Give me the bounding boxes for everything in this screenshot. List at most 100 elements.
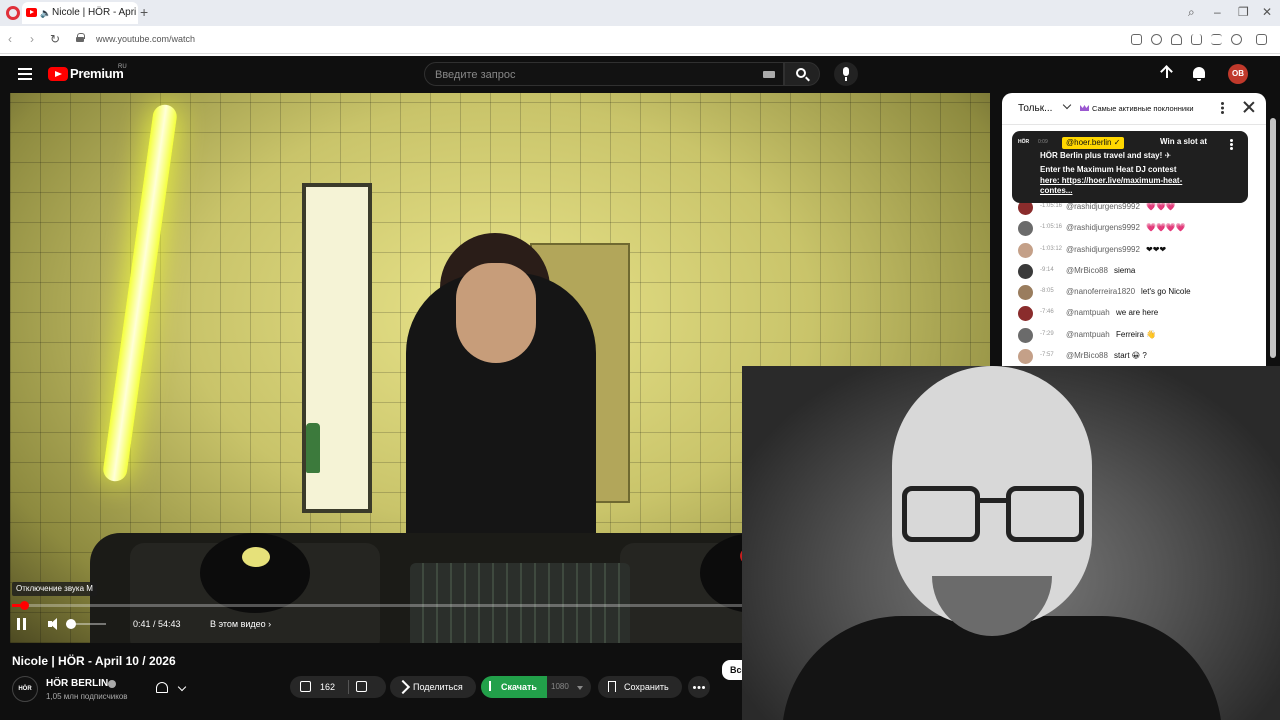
create-upload-icon[interactable] bbox=[1160, 66, 1174, 82]
bookmark-icon bbox=[608, 681, 616, 692]
voice-search-mic-icon[interactable] bbox=[834, 62, 858, 86]
chat-author-name[interactable]: @rashidjurgens9992 bbox=[1066, 202, 1140, 211]
notifications-bell-icon[interactable] bbox=[1193, 67, 1205, 81]
search-button[interactable] bbox=[784, 62, 820, 86]
extensions-icon[interactable] bbox=[1256, 34, 1267, 45]
camera-icon[interactable] bbox=[1131, 34, 1142, 45]
webcam-glasses-bridge bbox=[978, 498, 1008, 503]
chat-header: Тольк... Самые активные поклонники bbox=[1002, 93, 1266, 125]
url-field[interactable]: www.youtube.com/watch bbox=[96, 34, 195, 44]
webcam-overlay bbox=[742, 366, 1280, 720]
hamburger-menu-icon[interactable] bbox=[18, 68, 32, 80]
chat-author-avatar[interactable] bbox=[1018, 327, 1033, 343]
chat-mode-dropdown[interactable]: Тольк... bbox=[1018, 103, 1052, 114]
like-dislike-group: 162 bbox=[290, 676, 386, 698]
keyboard-icon[interactable] bbox=[763, 71, 775, 78]
share-icon bbox=[395, 679, 411, 695]
heart-icon[interactable] bbox=[1171, 34, 1182, 45]
chat-author-avatar[interactable] bbox=[1018, 221, 1033, 237]
minimize-button[interactable]: – bbox=[1214, 5, 1221, 19]
forward-button[interactable]: › bbox=[30, 32, 34, 46]
chat-author-name[interactable]: @MrBico88 bbox=[1066, 266, 1108, 275]
account-avatar[interactable]: OB bbox=[1228, 64, 1248, 84]
crown-icon bbox=[1080, 105, 1089, 111]
shield-icon[interactable] bbox=[1151, 34, 1162, 45]
channel-name[interactable]: HÖR BERLIN bbox=[46, 678, 108, 689]
chat-message[interactable]: -7:29 @namtpuah Ferreira 👋 bbox=[1002, 325, 1266, 346]
download-icon[interactable] bbox=[1191, 34, 1202, 45]
chat-timestamp: -7:29 bbox=[1040, 330, 1054, 337]
subscription-bell-icon[interactable] bbox=[156, 682, 168, 693]
volume-slider-knob[interactable] bbox=[66, 619, 76, 629]
chat-author-name[interactable]: @namtpuah bbox=[1066, 308, 1110, 317]
more-actions-icon[interactable] bbox=[688, 676, 710, 698]
video-scene-mixer bbox=[410, 563, 630, 643]
like-icon[interactable] bbox=[300, 681, 311, 692]
volume-slider[interactable] bbox=[66, 619, 106, 629]
chat-close-icon[interactable] bbox=[1242, 100, 1256, 114]
chat-author-name[interactable]: @rashidjurgens9992 bbox=[1066, 223, 1140, 232]
progress-scrubber[interactable] bbox=[20, 601, 30, 610]
reload-button[interactable]: ↻ bbox=[50, 32, 60, 46]
like-count[interactable]: 162 bbox=[320, 676, 335, 698]
download-button[interactable]: Скачать 1080 bbox=[481, 676, 591, 698]
dislike-icon[interactable] bbox=[356, 681, 367, 692]
maximize-button[interactable]: ❐ bbox=[1238, 5, 1249, 19]
chat-message-text: ❤❤❤ bbox=[1146, 244, 1167, 254]
chevron-down-icon[interactable] bbox=[177, 682, 187, 692]
tab-audio-icon[interactable]: 🔈 bbox=[40, 2, 51, 24]
chat-scrollbar[interactable] bbox=[1270, 118, 1276, 358]
back-button[interactable]: ‹ bbox=[8, 32, 12, 46]
close-window-button[interactable]: ✕ bbox=[1262, 5, 1272, 19]
browser-tab-active[interactable]: 🔈 Nicole | HÖR - April 10 bbox=[22, 2, 138, 24]
chat-more-options-icon[interactable] bbox=[1221, 102, 1224, 114]
profile-icon[interactable] bbox=[1231, 34, 1242, 45]
opera-logo-icon[interactable] bbox=[6, 6, 20, 20]
chat-author-avatar[interactable] bbox=[1018, 242, 1033, 258]
search-input[interactable] bbox=[435, 68, 755, 82]
chat-message[interactable]: -9:14 @MrBico88 siema bbox=[1002, 261, 1266, 282]
youtube-favicon-icon bbox=[26, 8, 37, 17]
pinned-more-icon[interactable] bbox=[1230, 139, 1233, 151]
chat-message[interactable]: -7:57 @MrBico88 start 😀 ? bbox=[1002, 346, 1266, 367]
save-button[interactable]: Сохранить bbox=[598, 676, 682, 698]
download-arrow-icon bbox=[489, 681, 491, 691]
video-scene-record-left bbox=[200, 533, 310, 613]
download-label: Скачать bbox=[501, 682, 537, 692]
save-label: Сохранить bbox=[624, 682, 669, 692]
download-quality[interactable]: 1080 bbox=[551, 676, 569, 698]
chat-message[interactable]: -1:05:16 @rashidjurgens9992 💗💗💗💗 bbox=[1002, 218, 1266, 239]
pinned-author-badge[interactable]: @hoer.berlin ✓ bbox=[1062, 137, 1125, 149]
chat-author-avatar[interactable] bbox=[1018, 285, 1033, 301]
chat-author-name[interactable]: @MrBico88 bbox=[1066, 351, 1108, 360]
top-fans-label[interactable]: Самые активные поклонники bbox=[1092, 104, 1194, 113]
pinned-link[interactable]: here: https://hoer.live/maximum-heat-con… bbox=[1040, 176, 1200, 196]
video-scene-bottle bbox=[306, 423, 320, 473]
chat-author-avatar[interactable] bbox=[1018, 306, 1033, 322]
share-label: Поделиться bbox=[413, 682, 463, 692]
youtube-logo-icon[interactable] bbox=[48, 67, 68, 81]
caret-down-icon[interactable] bbox=[577, 686, 583, 690]
volume-icon[interactable] bbox=[48, 618, 62, 630]
chevron-down-icon[interactable] bbox=[1062, 100, 1072, 110]
share-button[interactable]: Поделиться bbox=[390, 676, 476, 698]
chat-message-text: we are here bbox=[1116, 308, 1159, 318]
chat-author-name[interactable]: @rashidjurgens9992 bbox=[1066, 245, 1140, 254]
new-tab-button[interactable]: + bbox=[140, 4, 148, 20]
tab-search-icon[interactable]: ⌕ bbox=[1188, 5, 1195, 20]
premium-logo-text[interactable]: Premium bbox=[70, 66, 124, 81]
chapters-button[interactable]: В этом видео › bbox=[210, 619, 271, 629]
chat-message[interactable]: -7:46 @namtpuah we are here bbox=[1002, 303, 1266, 324]
chat-message[interactable]: -8:05 @nanoferreira1820 let's go Nicole bbox=[1002, 282, 1266, 303]
channel-avatar[interactable]: HÖR bbox=[12, 676, 38, 702]
chat-author-avatar[interactable] bbox=[1018, 263, 1033, 279]
pinned-timestamp: 0:09 bbox=[1038, 139, 1048, 145]
chat-author-avatar[interactable] bbox=[1018, 349, 1033, 365]
menu-icon[interactable] bbox=[1211, 34, 1222, 45]
chat-author-name[interactable]: @namtpuah bbox=[1066, 330, 1110, 339]
pause-button[interactable] bbox=[16, 618, 28, 630]
lock-icon[interactable] bbox=[76, 33, 85, 42]
chat-message-text: Ferreira 👋 bbox=[1116, 329, 1157, 339]
chat-message[interactable]: -1:03:12 @rashidjurgens9992 ❤❤❤ bbox=[1002, 240, 1266, 261]
chat-author-name[interactable]: @nanoferreira1820 bbox=[1066, 287, 1135, 296]
